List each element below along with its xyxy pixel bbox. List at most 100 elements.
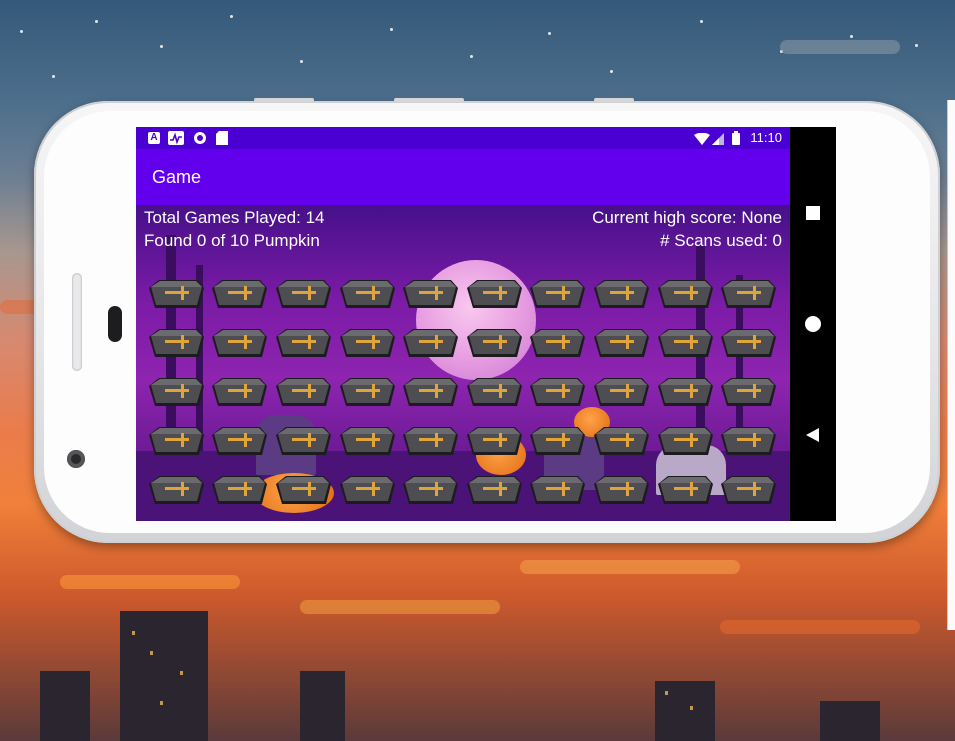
coffin-icon [403, 426, 459, 455]
home-circle-icon [805, 316, 821, 332]
coffin-tile[interactable] [589, 417, 653, 466]
coffin-tile[interactable] [716, 466, 780, 515]
volume-button [254, 98, 314, 102]
coffin-tile[interactable] [462, 466, 526, 515]
coffin-tile[interactable] [589, 368, 653, 417]
coffin-tile[interactable] [398, 466, 462, 515]
coffin-tile[interactable] [208, 319, 272, 368]
coffin-tile[interactable] [462, 368, 526, 417]
page-title: Game [152, 167, 202, 187]
coffin-icon [530, 328, 586, 357]
coffin-icon [466, 426, 522, 455]
coffin-tile[interactable] [398, 417, 462, 466]
coffin-tile[interactable] [398, 270, 462, 319]
battery-icon [732, 131, 740, 150]
coffin-icon [148, 426, 204, 455]
coffin-tile[interactable] [144, 417, 208, 466]
coffin-tile[interactable] [335, 417, 399, 466]
coffin-tile[interactable] [144, 319, 208, 368]
coffin-icon [721, 328, 777, 357]
coffin-tile[interactable] [335, 319, 399, 368]
coffin-icon [530, 377, 586, 406]
coffin-tile[interactable] [716, 417, 780, 466]
coffin-tile[interactable] [462, 417, 526, 466]
coffin-icon [530, 279, 586, 308]
coffin-icon [593, 328, 649, 357]
volume-button [394, 98, 464, 102]
coffin-tile[interactable] [653, 368, 717, 417]
coffin-tile[interactable] [208, 270, 272, 319]
coffin-tile[interactable] [653, 319, 717, 368]
coffin-tile[interactable] [335, 368, 399, 417]
proximity-sensor [108, 306, 122, 342]
coffin-icon [339, 475, 395, 504]
coffin-icon [657, 279, 713, 308]
coffin-tile[interactable] [589, 270, 653, 319]
coffin-tile[interactable] [589, 466, 653, 515]
coffin-tile[interactable] [526, 466, 590, 515]
coffin-tile[interactable] [462, 270, 526, 319]
coffin-icon [339, 377, 395, 406]
coffin-tile[interactable] [526, 368, 590, 417]
signal-icon [712, 132, 724, 150]
speaker-grille [72, 273, 82, 371]
coffin-tile[interactable] [144, 270, 208, 319]
coffin-icon [530, 475, 586, 504]
coffin-tile[interactable] [526, 270, 590, 319]
coffin-icon [721, 279, 777, 308]
coffin-tile[interactable] [462, 319, 526, 368]
coffin-tile[interactable] [653, 270, 717, 319]
coffin-tile[interactable] [208, 417, 272, 466]
power-button [594, 98, 634, 102]
back-button[interactable] [803, 425, 823, 445]
recents-button[interactable] [803, 203, 823, 223]
coffin-tile[interactable] [271, 466, 335, 515]
home-button[interactable] [803, 314, 823, 334]
device-screen: A 11:10 Game Total Games Played: 14 Foun… [136, 127, 836, 521]
coffin-icon [466, 328, 522, 357]
games-played-label: Total Games Played: 14 [144, 208, 325, 227]
coffin-tile[interactable] [208, 466, 272, 515]
coffin-icon [403, 475, 459, 504]
coffin-tile[interactable] [716, 270, 780, 319]
coffin-icon [403, 377, 459, 406]
coffin-tile[interactable] [526, 417, 590, 466]
coffin-tile[interactable] [526, 319, 590, 368]
coffin-tile[interactable] [589, 319, 653, 368]
sd-card-icon [216, 131, 228, 150]
coffin-icon [339, 426, 395, 455]
coffin-tile[interactable] [653, 466, 717, 515]
coffin-tile[interactable] [144, 368, 208, 417]
coffin-tile[interactable] [335, 466, 399, 515]
clock: 11:10 [750, 130, 782, 145]
game-board: Total Games Played: 14 Found 0 of 10 Pum… [136, 205, 790, 521]
coffin-icon [275, 377, 331, 406]
coffin-icon [403, 328, 459, 357]
coffin-icon [339, 328, 395, 357]
coffin-grid [144, 270, 780, 515]
app-bar: Game [136, 149, 790, 205]
coffin-tile[interactable] [653, 417, 717, 466]
coffin-tile[interactable] [716, 319, 780, 368]
coffin-tile[interactable] [271, 417, 335, 466]
coffin-tile[interactable] [335, 270, 399, 319]
coffin-icon [466, 279, 522, 308]
coffin-icon [593, 475, 649, 504]
coffin-tile[interactable] [398, 368, 462, 417]
front-camera-icon [67, 450, 85, 468]
coffin-tile[interactable] [271, 319, 335, 368]
high-score-label: Current high score: None [592, 208, 782, 227]
coffin-tile[interactable] [716, 368, 780, 417]
coffin-icon [530, 426, 586, 455]
coffin-icon [657, 377, 713, 406]
stats-left: Total Games Played: 14 Found 0 of 10 Pum… [144, 206, 324, 252]
coffin-icon [466, 377, 522, 406]
font-a-icon: A [148, 132, 160, 144]
coffin-icon [148, 475, 204, 504]
coffin-tile[interactable] [398, 319, 462, 368]
coffin-tile[interactable] [208, 368, 272, 417]
coffin-icon [212, 475, 268, 504]
coffin-tile[interactable] [271, 270, 335, 319]
coffin-tile[interactable] [144, 466, 208, 515]
coffin-tile[interactable] [271, 368, 335, 417]
